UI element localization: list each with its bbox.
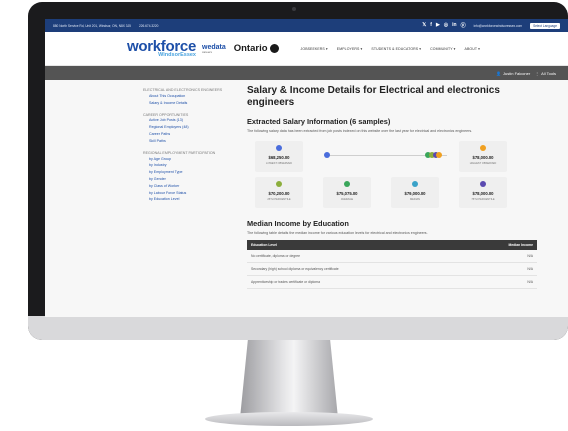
- salary-description: The following salary data has been extra…: [247, 129, 473, 134]
- median-marker: [412, 180, 418, 187]
- linkedin-icon[interactable]: in: [452, 22, 456, 29]
- sidebar: ELECTRICAL AND ELECTRONICS ENGINEERS Abo…: [143, 80, 235, 289]
- address-text: 880 North Service Rd, Unit 201, Windsor,…: [53, 23, 131, 28]
- menu-icon: ⋮: [535, 70, 540, 76]
- sidebar-link-education[interactable]: by Education Level: [143, 196, 235, 203]
- monitor-mockup: 880 North Service Rd, Unit 201, Windsor,…: [0, 0, 568, 431]
- sidebar-link-gender[interactable]: by Gender: [143, 176, 235, 183]
- salary-summary: $68,250.00 LOWEST OBSERVED $78,000.00 HI…: [247, 140, 537, 211]
- column-header: Education Level: [247, 239, 477, 250]
- sidebar-link-industry[interactable]: by Industry: [143, 162, 235, 169]
- twitter-icon[interactable]: 𝕏: [422, 22, 426, 29]
- pinterest-icon[interactable]: ⓟ: [461, 22, 466, 29]
- column-header: Median Income: [477, 239, 537, 250]
- phone-text[interactable]: 226.674.3220: [139, 24, 159, 28]
- sidebar-link-employers[interactable]: Regional Employers (48): [143, 124, 235, 131]
- camera: [292, 7, 296, 11]
- site-header: workforce WindsorEssex wedata careers On…: [45, 32, 568, 66]
- sidebar-link-skill-paths[interactable]: Skill Paths: [143, 138, 235, 145]
- wedata-logo[interactable]: wedata careers: [202, 44, 226, 54]
- table-cell: N/A: [477, 275, 537, 289]
- monitor-chin: [28, 316, 568, 340]
- table-row: No certificate, diploma or degree N/A: [247, 249, 537, 263]
- salary-card-highest: $78,000.00 HIGHEST OBSERVED: [459, 140, 507, 172]
- average-marker: [344, 180, 350, 187]
- top-bar: 880 North Service Rd, Unit 201, Windsor,…: [45, 19, 568, 32]
- main-content: Salary & Income Details for Electrical a…: [247, 80, 537, 289]
- nav-about[interactable]: ABOUT ▾: [465, 47, 480, 51]
- page-title: Salary & Income Details for Electrical a…: [247, 85, 500, 109]
- table-row: Apprenticeship or trades certificate or …: [247, 275, 537, 289]
- salary-card-lowest: $68,250.00 LOWEST OBSERVED: [255, 140, 303, 172]
- table-cell: Secondary (high) school diploma or equiv…: [247, 262, 477, 276]
- sidebar-link-career-paths[interactable]: Career Paths: [143, 131, 235, 138]
- sidebar-link-job-posts[interactable]: Active Job Posts (13): [143, 117, 235, 124]
- income-heading: Median Income by Education: [247, 218, 349, 228]
- screen: 880 North Service Rd, Unit 201, Windsor,…: [45, 19, 568, 317]
- sidebar-link-labour-force[interactable]: by Labour Force Status: [143, 190, 235, 197]
- nav-students-educators[interactable]: STUDENTS & EDUCATORS ▾: [371, 47, 421, 51]
- monitor-base: [205, 412, 373, 426]
- nav-jobseekers[interactable]: JOBSEEKERS ▾: [301, 47, 328, 51]
- 75th-marker: [480, 180, 486, 187]
- trillium-icon: [269, 44, 279, 53]
- user-icon: 👤: [496, 70, 502, 76]
- salary-card-25th: $70,200.00 25TH PERCENTILE: [255, 176, 303, 208]
- salary-heading: Extracted Salary Information (6 samples): [247, 117, 391, 127]
- facebook-icon[interactable]: f: [430, 22, 432, 29]
- language-select[interactable]: Select Language: [530, 22, 560, 29]
- education-income-table: Education Level Median Income No certifi…: [247, 239, 537, 289]
- table-header-row: Education Level Median Income: [247, 239, 537, 250]
- monitor-stand: [240, 340, 338, 418]
- table-row: Secondary (high) school diploma or equiv…: [247, 262, 537, 276]
- all-tools-button[interactable]: ⋮ All Tools: [535, 71, 556, 76]
- email-link[interactable]: info@workforcewindsoressex.com: [474, 24, 522, 28]
- income-description: The following table details the median i…: [247, 230, 428, 235]
- instagram-icon[interactable]: ◎: [444, 22, 448, 29]
- table-cell: N/A: [477, 262, 537, 276]
- nav-employers[interactable]: EMPLOYERS ▾: [337, 47, 363, 51]
- 25th-marker: [276, 180, 282, 187]
- user-bar: 👤 Justin Falconer ⋮ All Tools: [45, 66, 568, 80]
- salary-card-75th: $78,000.00 75TH PERCENTILE: [459, 176, 507, 208]
- table-cell: No certificate, diploma or degree: [247, 249, 477, 263]
- sidebar-link-about[interactable]: About This Occupation: [143, 93, 235, 100]
- sidebar-link-class-of-worker[interactable]: by Class of Worker: [143, 183, 235, 190]
- table-cell: Apprenticeship or trades certificate or …: [247, 275, 477, 289]
- user-button[interactable]: 👤 Justin Falconer: [496, 71, 530, 76]
- lowest-marker: [276, 144, 282, 151]
- youtube-icon[interactable]: ▶: [436, 22, 440, 29]
- nav-community[interactable]: COMMUNITY ▾: [430, 47, 455, 51]
- salary-card-average: $75,075.00 AVERAGE: [323, 176, 371, 208]
- sidebar-link-age[interactable]: by Age Group: [143, 156, 235, 163]
- sidebar-link-employment-type[interactable]: by Employment Type: [143, 169, 235, 176]
- workforce-logo[interactable]: workforce WindsorEssex: [127, 39, 196, 59]
- range-point-highest: [436, 152, 442, 159]
- ontario-logo: Ontario: [234, 43, 279, 54]
- range-point-lowest: [324, 152, 330, 159]
- sidebar-link-salary[interactable]: Salary & Income Details: [143, 100, 235, 107]
- table-cell: N/A: [477, 249, 537, 263]
- main-nav: JOBSEEKERS ▾ EMPLOYERS ▾ STUDENTS & EDUC…: [301, 47, 480, 51]
- highest-marker: [480, 144, 486, 151]
- salary-card-median: $79,000.00 MEDIAN: [391, 176, 439, 208]
- social-icons: 𝕏 f ▶ ◎ in ⓟ: [422, 22, 465, 29]
